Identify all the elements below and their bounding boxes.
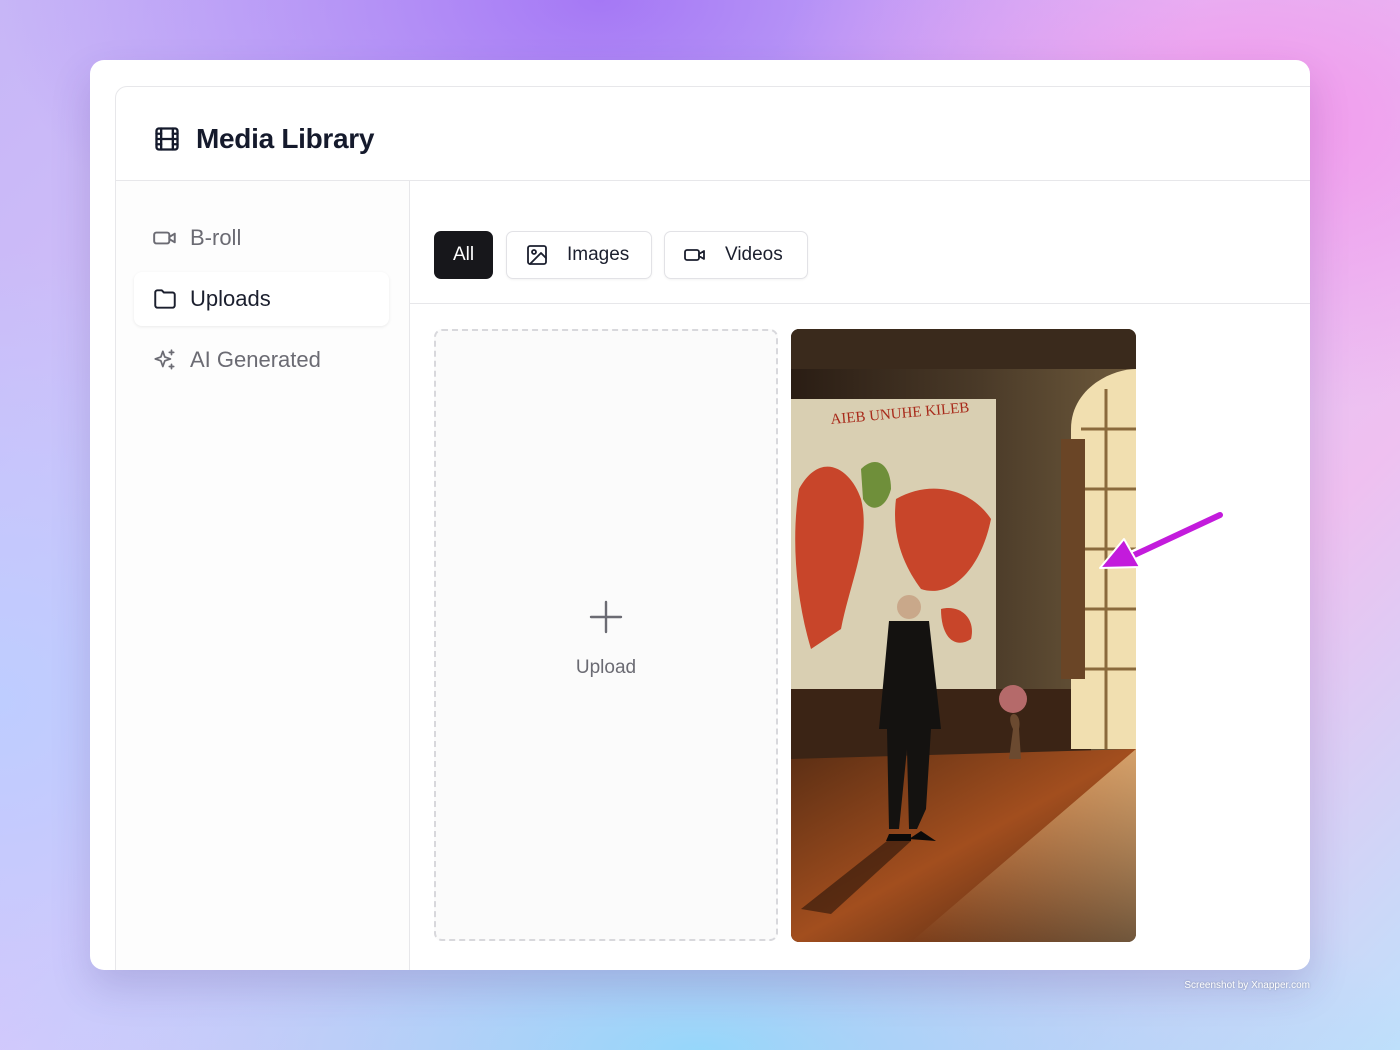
sidebar-item-ai-generated[interactable]: AI Generated — [134, 333, 389, 387]
sidebar-item-label: AI Generated — [190, 347, 321, 372]
sidebar-item-label: B-roll — [190, 225, 242, 250]
tab-videos[interactable]: Videos — [664, 231, 808, 279]
folder-icon — [152, 286, 178, 312]
page-title: Media Library — [196, 123, 375, 154]
sparkles-icon — [152, 347, 178, 373]
photo-thumbnail: AIEB UNUHE KILEB — [791, 329, 1136, 942]
upload-label: Upload — [575, 657, 637, 678]
sidebar: B-roll Uploads AI Generated — [116, 181, 410, 970]
screenshot-credit: Screenshot by Xnapper.com — [1184, 980, 1310, 991]
tab-images[interactable]: Images — [506, 231, 652, 279]
header: Media Library — [116, 87, 1310, 181]
video-camera-icon — [152, 225, 178, 251]
upload-dropzone[interactable]: Upload — [434, 329, 778, 941]
sidebar-item-uploads[interactable]: Uploads — [134, 272, 389, 326]
tab-label: Images — [567, 244, 630, 265]
media-item-thumbnail[interactable]: AIEB UNUHE KILEB — [791, 329, 1136, 942]
tab-label: Videos — [725, 244, 783, 265]
filter-tabs: All Images Videos — [410, 181, 1310, 304]
sidebar-item-label: Uploads — [190, 286, 271, 311]
annotation-arrow — [1099, 509, 1226, 569]
sidebar-item-b-roll[interactable]: B-roll — [134, 211, 389, 265]
image-icon — [525, 243, 549, 267]
video-camera-icon — [683, 243, 707, 267]
tab-label: All — [452, 244, 475, 265]
film-icon — [153, 125, 181, 153]
plus-icon — [588, 599, 624, 635]
tab-all[interactable]: All — [434, 231, 493, 279]
